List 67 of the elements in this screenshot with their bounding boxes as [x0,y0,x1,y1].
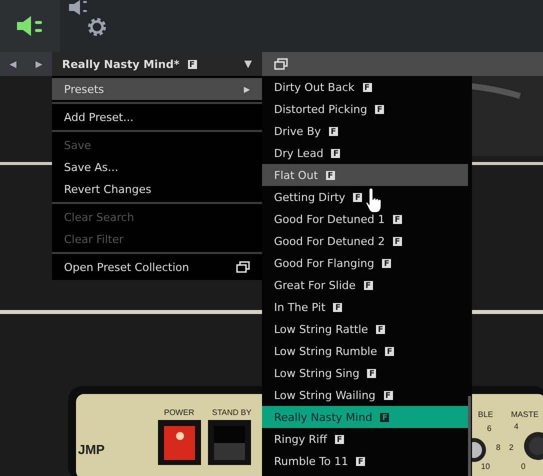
factory-badge: F [333,302,342,312]
preset-item[interactable]: Getting Dirty F [262,186,468,208]
factory-badge: F [392,214,402,224]
preset-item[interactable]: Good For Detuned 2 F [262,230,468,252]
factory-badge: F [328,126,338,136]
preset-item[interactable]: In The Pit F [262,296,468,318]
menu-item[interactable]: Save As... [52,156,262,178]
factory-badge: F [380,412,390,422]
preset-item[interactable]: Low String Sing F [262,362,468,384]
previous-button[interactable]: ◀ [0,52,26,76]
amp-label: 10 [481,462,490,471]
preset-item[interactable]: Ringy Riff F [262,428,468,450]
windows-icon [274,58,288,70]
preset-item[interactable]: Dirty Out Back F [262,76,468,98]
factory-badge: F [362,82,372,92]
dropdown-arrow[interactable]: ▼ [244,58,252,70]
preset-item[interactable]: Really Nasty Mind F [262,406,468,428]
menu-item[interactable]: Revert Changes [52,178,262,200]
amp-label: STAND BY [212,408,252,417]
factory-badge: F [364,280,373,290]
factory-badge: F [326,170,335,180]
factory-badge: F [392,236,402,246]
preset-item[interactable]: Low String Rumble F [262,340,468,362]
windows-icon [236,261,250,273]
factory-badge: F [385,346,394,356]
next-button[interactable]: ▶ [26,52,52,76]
factory-badge: F [384,390,393,400]
preset-item[interactable]: Low String Rattle F [262,318,468,340]
preset-item[interactable]: Dry Lead F [262,142,468,164]
menu-item: Save [63,138,92,154]
menu-item: Clear Filter [63,232,125,248]
preset-item[interactable]: Rumble To 11 F [262,450,468,472]
factory-badge: F [331,148,340,158]
preset-item[interactable]: Good For Detuned 1 F [262,208,468,230]
amp-label: JMP [78,442,105,457]
preset-selector[interactable]: Really Nasty Mind* F ▼ [52,52,262,76]
preset-item[interactable]: Great For Slide F [262,274,468,296]
amp-label: 6 [487,424,492,433]
factory-badge: F [367,368,376,378]
preset-item[interactable]: Good For Flanging F [262,252,468,274]
menu-item[interactable]: Open Preset Collection [52,256,262,278]
preset-item[interactable]: Low String Wailing F [262,384,468,406]
preset-item[interactable]: Flat Out F [262,164,468,186]
amp-label: 4 [514,422,518,431]
preset-name: Really Nasty Mind* [62,58,180,70]
factory-badge: F [188,60,197,68]
amp-label: MASTE [511,410,539,419]
preset-item[interactable]: Distorted Picking F [262,98,468,120]
plugin-tab[interactable] [0,0,60,52]
factory-badge: F [353,192,362,202]
amp-label: 0 [521,462,526,471]
factory-badge: F [382,258,392,268]
menu-item[interactable]: Presets ▶ [52,78,262,100]
factory-badge: F [376,324,386,334]
amp-label: BLE [478,410,494,419]
speaker-icon [15,15,45,37]
scrollbar[interactable] [468,396,471,476]
amp-label: 8 [496,443,500,452]
amp-label: POWER [164,408,194,417]
menu-item: Clear Search [63,210,136,226]
factory-badge: F [356,456,366,466]
menu-item[interactable]: Add Preset... [52,106,262,128]
factory-badge: F [375,104,384,114]
preset-item[interactable]: Drive By F [262,120,468,142]
factory-badge: F [334,434,344,444]
submenu-arrow: ▶ [244,84,250,94]
amp-label: 2 [509,443,514,452]
